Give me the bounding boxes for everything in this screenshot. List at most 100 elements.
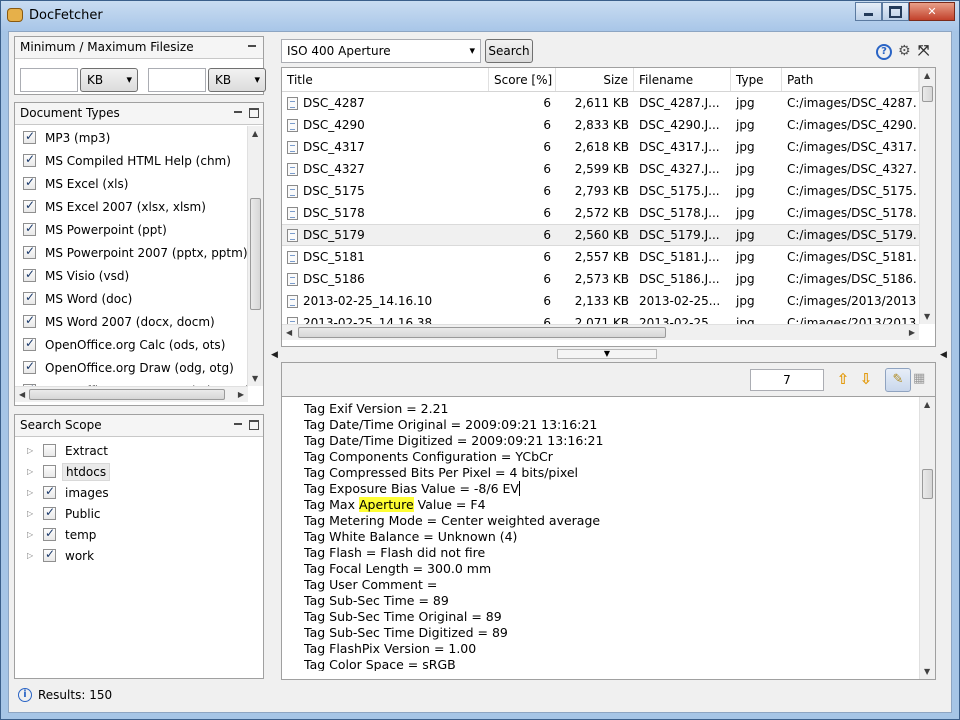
scroll-down-icon[interactable]: ▼ (252, 374, 258, 383)
checkbox[interactable] (43, 465, 56, 478)
checkbox[interactable] (43, 505, 56, 520)
checkbox[interactable] (43, 526, 56, 541)
doctype-item[interactable]: OpenOffice.org Draw (odg, otg) (15, 356, 248, 379)
scroll-thumb[interactable] (298, 327, 666, 338)
minimize-panel-icon[interactable] (247, 42, 257, 52)
minimize-panel-icon[interactable] (233, 420, 243, 430)
checkbox[interactable] (23, 313, 36, 328)
scope-tree-item[interactable]: ▷ work (15, 545, 263, 566)
expand-arrow-icon[interactable]: ▷ (27, 446, 37, 455)
collapse-left-icon[interactable]: ◀ (271, 350, 278, 360)
expand-arrow-icon[interactable]: ▷ (27, 488, 37, 497)
preview-vscrollbar[interactable]: ▲ ▼ (919, 397, 935, 679)
min-filesize-input[interactable] (20, 68, 78, 92)
highlight-toggle-icon[interactable]: ✎ (885, 368, 911, 392)
collapse-right-icon[interactable]: ◀ (940, 350, 947, 360)
close-button[interactable]: ✕ (909, 2, 955, 21)
minimize-button[interactable] (855, 2, 882, 21)
column-header[interactable]: Type (731, 68, 782, 91)
doctype-item[interactable]: MP3 (mp3) (15, 126, 248, 149)
expand-arrow-icon[interactable]: ▷ (27, 551, 37, 560)
checkbox[interactable] (23, 221, 36, 236)
table-row[interactable]: DSC_4327 6 2,599 KB DSC_4327.J... jpg C:/imag… (282, 158, 919, 180)
scope-tree-item[interactable]: ▷ Extract (15, 440, 263, 461)
title-bar[interactable]: DocFetcher ✕ (1, 1, 959, 31)
doctype-item[interactable]: MS Excel (xls) (15, 172, 248, 195)
maximize-button[interactable] (882, 2, 909, 21)
table-row[interactable]: DSC_5178 6 2,572 KB DSC_5178.J... jpg C:/imag… (282, 202, 919, 224)
scroll-down-icon[interactable]: ▼ (924, 312, 930, 321)
scroll-right-icon[interactable]: ▶ (238, 390, 244, 399)
scroll-down-icon[interactable]: ▼ (924, 667, 930, 676)
max-filesize-unit-select[interactable]: KB (208, 68, 266, 92)
next-occurrence-icon[interactable]: ⇩ (857, 369, 875, 389)
maximize-panel-icon[interactable] (249, 108, 259, 118)
column-header[interactable]: Path (782, 68, 919, 91)
checkbox[interactable] (23, 129, 36, 144)
doctype-item[interactable]: MS Excel 2007 (xlsx, xlsm) (15, 195, 248, 218)
previous-occurrence-icon[interactable]: ⇧ (834, 369, 852, 389)
search-query-input[interactable]: ISO 400 Aperture (281, 39, 481, 63)
gear-icon[interactable]: ⚙ (898, 44, 914, 60)
scroll-up-icon[interactable]: ▲ (252, 129, 258, 138)
preview-text[interactable]: Tag Exif Version = 2.21 Tag Date/Time Ori… (304, 401, 914, 671)
scroll-thumb[interactable] (922, 86, 933, 102)
checkbox[interactable] (23, 152, 36, 167)
fullscreen-icon[interactable]: ⤧ (918, 44, 934, 60)
checkbox[interactable] (23, 244, 36, 259)
doctype-item[interactable]: MS Powerpoint 2007 (pptx, pptm) (15, 241, 248, 264)
results-hscrollbar[interactable]: ◀ ▶ (282, 324, 919, 340)
doctype-item[interactable]: MS Word (doc) (15, 287, 248, 310)
checkbox[interactable] (23, 198, 36, 213)
doctype-item[interactable]: OpenOffice.org Impress (odp, otp) (15, 379, 248, 386)
scope-tree-item[interactable]: ▷ htdocs (15, 461, 263, 482)
checkbox[interactable] (43, 484, 56, 499)
occurrence-counter[interactable]: 7 (750, 369, 824, 391)
checkbox[interactable] (43, 444, 56, 457)
table-row[interactable]: DSC_5175 6 2,793 KB DSC_5175.J... jpg C:/imag… (282, 180, 919, 202)
min-filesize-unit-select[interactable]: KB (80, 68, 138, 92)
scroll-up-icon[interactable]: ▲ (924, 400, 930, 409)
table-row[interactable]: DSC_5181 6 2,557 KB DSC_5181.J... jpg C:/imag… (282, 246, 919, 268)
checkbox[interactable] (23, 336, 36, 351)
help-icon[interactable]: ? (876, 44, 892, 60)
scroll-right-icon[interactable]: ▶ (909, 328, 915, 337)
column-header[interactable]: Filename (634, 68, 731, 91)
document-types-hscrollbar[interactable]: ◀ ▶ (15, 386, 248, 402)
table-row[interactable]: DSC_4287 6 2,611 KB DSC_4287.J... jpg C:/imag… (282, 92, 919, 114)
scope-tree-item[interactable]: ▷ images (15, 482, 263, 503)
doctype-item[interactable]: MS Powerpoint (ppt) (15, 218, 248, 241)
scroll-thumb[interactable] (922, 469, 933, 499)
minimize-panel-icon[interactable] (233, 108, 243, 118)
search-button[interactable]: Search (485, 39, 533, 63)
table-row[interactable]: DSC_4290 6 2,833 KB DSC_4290.J... jpg C:/imag… (282, 114, 919, 136)
doctype-item[interactable]: MS Compiled HTML Help (chm) (15, 149, 248, 172)
column-header[interactable]: Score [%] (489, 68, 556, 91)
expand-arrow-icon[interactable]: ▷ (27, 509, 37, 518)
doctype-item[interactable]: OpenOffice.org Calc (ods, ots) (15, 333, 248, 356)
table-row[interactable]: 2013-02-25_14.16.38 6 2,071 KB 2013-02-25..… (282, 312, 919, 324)
checkbox[interactable] (23, 290, 36, 305)
document-types-vscrollbar[interactable]: ▲ ▼ (247, 126, 263, 386)
checkbox[interactable] (23, 267, 36, 282)
table-row[interactable]: DSC_4317 6 2,618 KB DSC_4317.J... jpg C:/imag… (282, 136, 919, 158)
maximize-panel-icon[interactable] (249, 420, 259, 430)
checkbox[interactable] (23, 175, 36, 190)
max-filesize-input[interactable] (148, 68, 206, 92)
checkbox[interactable] (23, 359, 36, 374)
expand-arrow-icon[interactable]: ▷ (27, 530, 37, 539)
scope-tree-item[interactable]: ▷ temp (15, 524, 263, 545)
scroll-left-icon[interactable]: ◀ (19, 390, 25, 399)
table-row[interactable]: 2013-02-25_14.16.10 6 2,133 KB 2013-02-25..… (282, 290, 919, 312)
checkbox[interactable] (43, 547, 56, 562)
column-header[interactable]: Size (556, 68, 634, 91)
scroll-thumb[interactable] (29, 389, 225, 400)
expand-arrow-icon[interactable]: ▷ (27, 467, 37, 476)
scroll-left-icon[interactable]: ◀ (286, 328, 292, 337)
results-vscrollbar[interactable]: ▲ ▼ (919, 68, 935, 324)
scroll-up-icon[interactable]: ▲ (924, 71, 930, 80)
collapse-preview-button[interactable]: ▼ (557, 349, 657, 359)
scroll-thumb[interactable] (250, 198, 261, 310)
column-header[interactable]: Title (282, 68, 489, 91)
table-row[interactable]: DSC_5179 6 2,560 KB DSC_5179.J... jpg C:/imag… (282, 224, 919, 246)
